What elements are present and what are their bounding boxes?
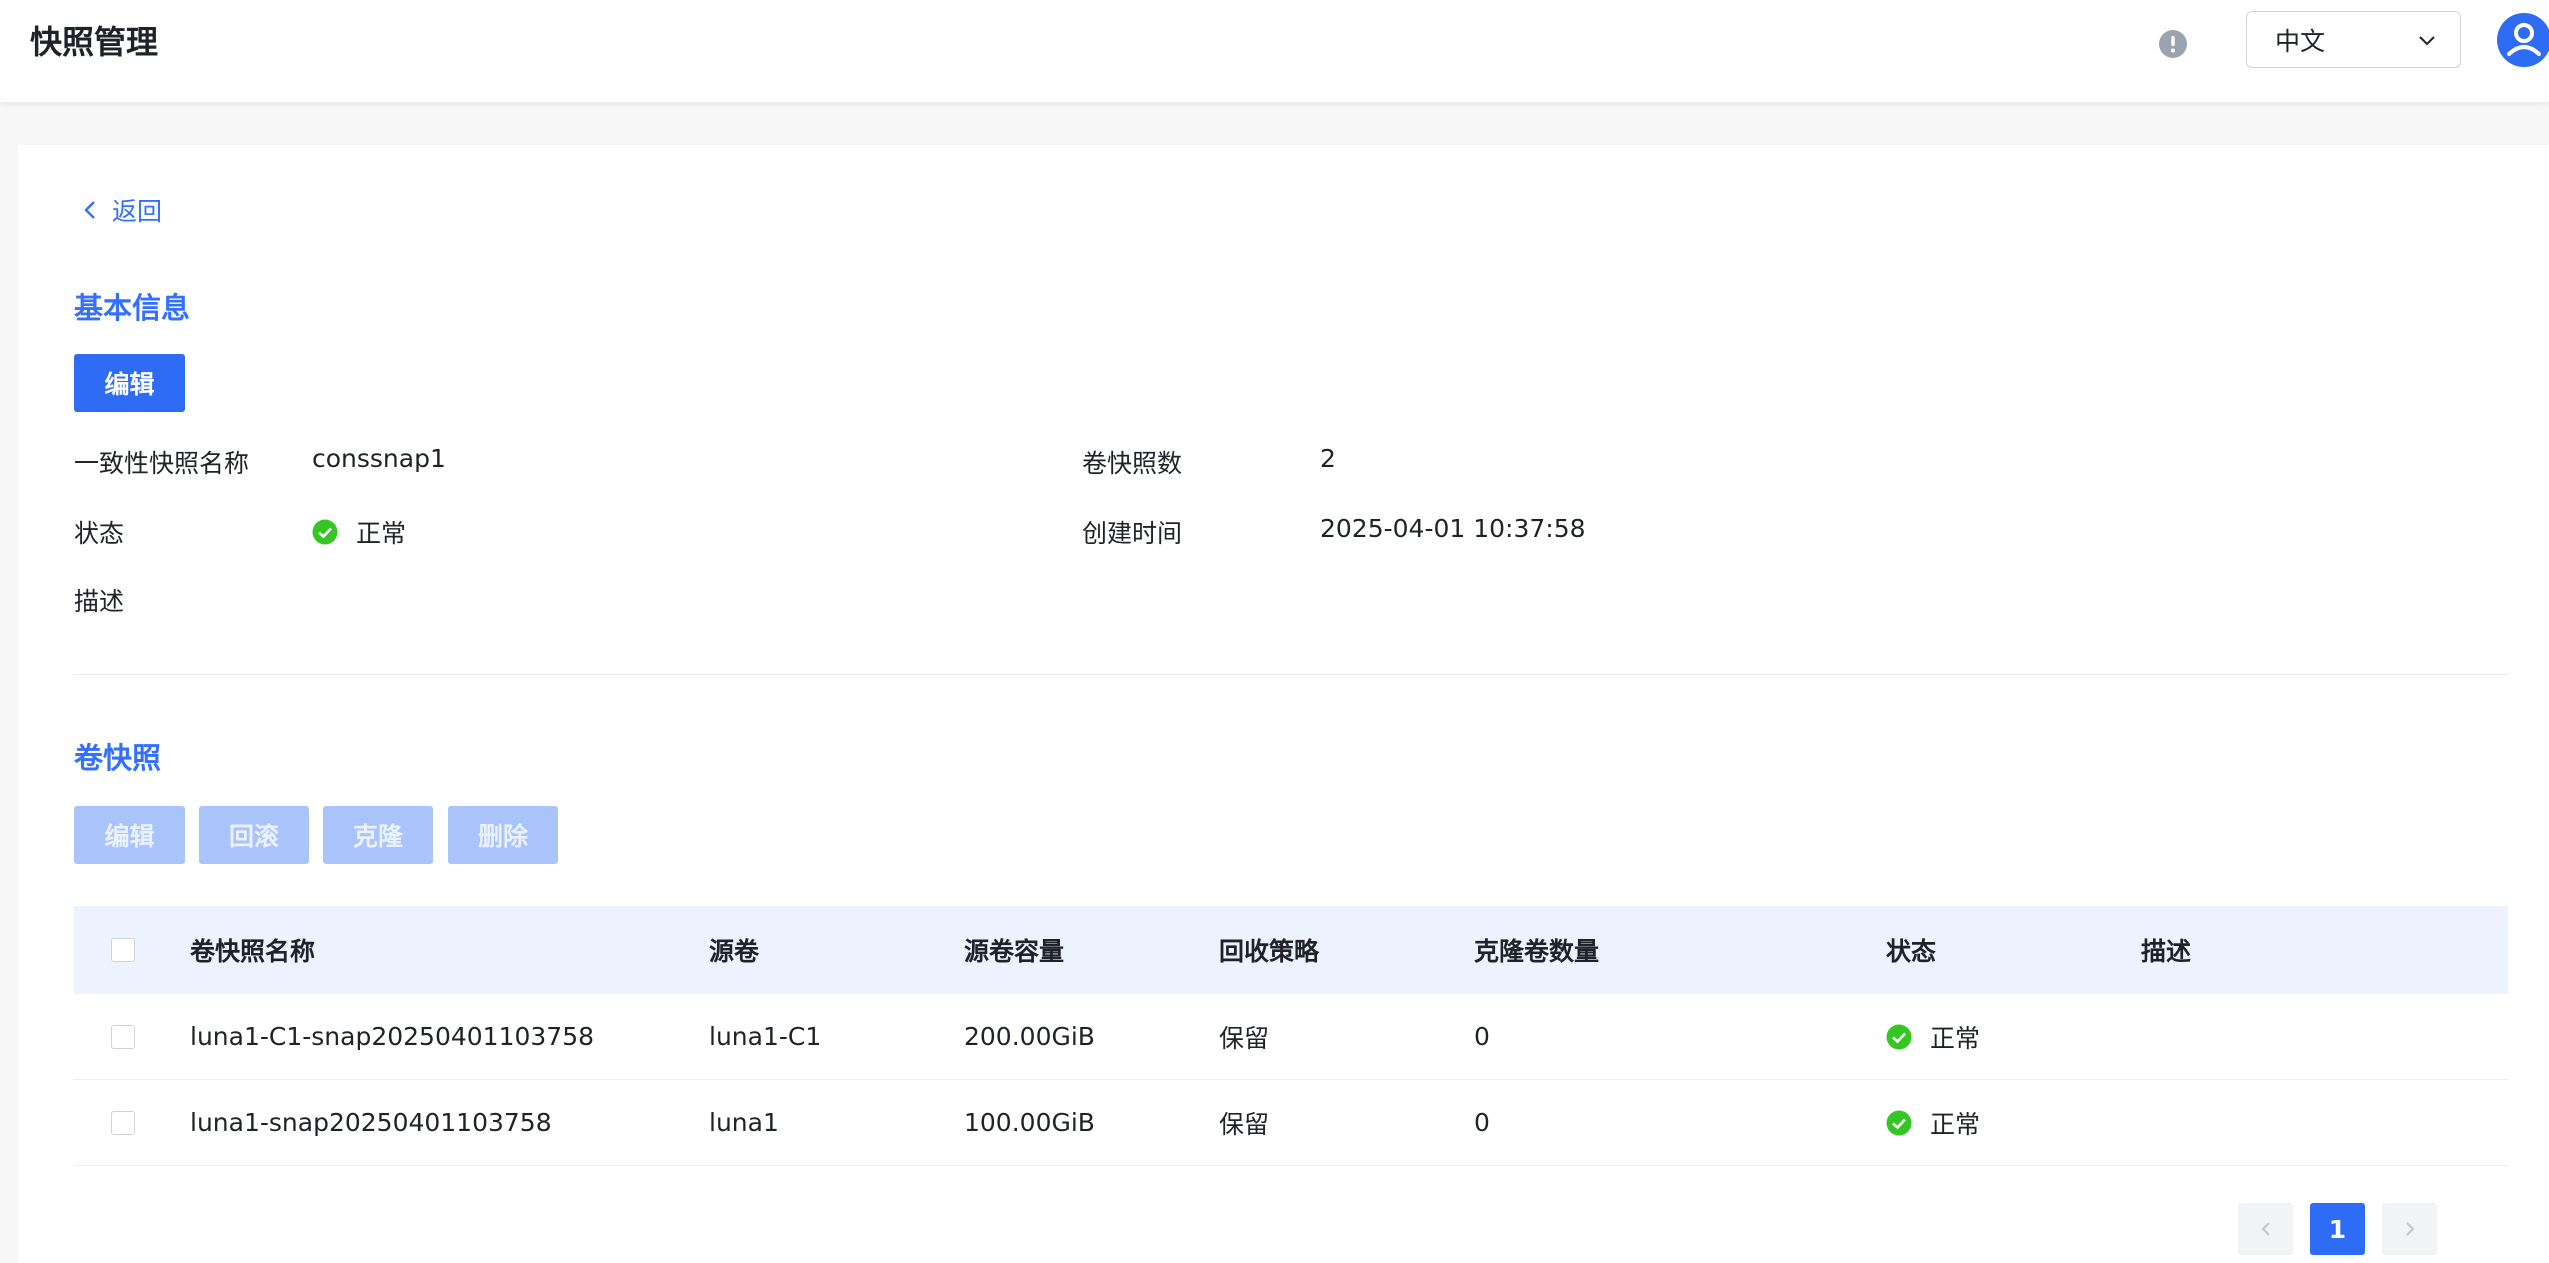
table-row[interactable]: luna1-C1-snap20250401103758 luna1-C1 200… <box>74 994 2508 1080</box>
row-source: luna1-C1 <box>709 1022 822 1051</box>
volume-snapshot-count-value: 2 <box>1320 444 1336 473</box>
status-text: 正常 <box>356 519 407 548</box>
clone-button[interactable]: 克隆 <box>323 806 433 864</box>
basic-info-title: 基本信息 <box>74 291 191 325</box>
row-policy: 保留 <box>1219 1023 1270 1053</box>
col-header-policy[interactable]: 回收策略 <box>1219 906 1319 994</box>
volume-snapshots-title: 卷快照 <box>74 741 162 775</box>
row-status: 正常 <box>1886 1080 1980 1165</box>
row-select-cell <box>111 994 135 1079</box>
row-name: luna1-C1-snap20250401103758 <box>190 1022 595 1051</box>
row-source: luna1 <box>709 1108 779 1137</box>
row-policy: 保留 <box>1219 1109 1270 1139</box>
back-link[interactable]: 返回 <box>80 192 162 228</box>
status-value: 正常 <box>312 514 406 550</box>
rollback-button[interactable]: 回滚 <box>199 806 309 864</box>
col-header-description[interactable]: 描述 <box>2141 906 2191 994</box>
check-circle-icon <box>1886 1024 1912 1049</box>
row-checkbox[interactable] <box>111 1024 135 1049</box>
row-name: luna1-snap20250401103758 <box>190 1108 552 1137</box>
chevron-left-icon <box>84 201 95 219</box>
row-clones: 0 <box>1474 1108 1490 1137</box>
chevron-down-icon <box>2419 36 2435 46</box>
top-header: 快照管理 中文 <box>0 0 2549 102</box>
table-row[interactable]: luna1-snap20250401103758 luna1 100.00GiB… <box>74 1080 2508 1166</box>
col-header-capacity[interactable]: 源卷容量 <box>964 906 1064 994</box>
back-link-label: 返回 <box>112 197 163 226</box>
row-status: 正常 <box>1886 994 1980 1079</box>
delete-button[interactable]: 删除 <box>448 806 558 864</box>
pagination-next-button[interactable] <box>2382 1203 2437 1255</box>
language-select-value: 中文 <box>2275 26 2326 56</box>
edit-basic-info-button[interactable]: 编辑 <box>74 354 185 412</box>
chevron-right-icon <box>2405 1222 2414 1236</box>
select-all-cell <box>111 906 135 994</box>
row-select-cell <box>111 1080 135 1165</box>
table-header-row: 卷快照名称 源卷 源卷容量 回收策略 克隆卷数量 状态 描述 <box>74 906 2508 994</box>
info-circle-icon[interactable] <box>2158 29 2188 59</box>
description-label: 描述 <box>74 587 125 616</box>
edit-snapshot-button[interactable]: 编辑 <box>74 806 185 864</box>
col-header-source[interactable]: 源卷 <box>709 906 759 994</box>
snapshot-name-value: conssnap1 <box>312 444 446 473</box>
chevron-left-icon <box>2261 1222 2270 1236</box>
col-header-name[interactable]: 卷快照名称 <box>190 906 315 994</box>
volume-snapshot-count-label: 卷快照数 <box>1082 449 1183 478</box>
row-clones: 0 <box>1474 1022 1490 1051</box>
check-circle-icon <box>312 519 338 545</box>
created-time-value: 2025-04-01 10:37:58 <box>1320 514 1586 543</box>
col-header-status[interactable]: 状态 <box>1886 906 1936 994</box>
row-status-text: 正常 <box>1930 1109 1981 1139</box>
row-capacity: 100.00GiB <box>964 1108 1095 1137</box>
row-capacity: 200.00GiB <box>964 1022 1095 1051</box>
user-avatar-icon[interactable] <box>2496 12 2549 68</box>
snapshot-name-text: conssnap1 <box>312 444 446 473</box>
section-divider <box>74 674 2508 675</box>
snapshot-name-label: 一致性快照名称 <box>74 449 250 478</box>
row-checkbox[interactable] <box>111 1110 135 1135</box>
language-select[interactable]: 中文 <box>2246 11 2461 68</box>
created-time-label: 创建时间 <box>1082 519 1183 548</box>
volume-snapshot-table: 卷快照名称 源卷 源卷容量 回收策略 克隆卷数量 状态 描述 luna1-C1-… <box>74 906 2508 1166</box>
select-all-checkbox[interactable] <box>111 938 135 962</box>
col-header-clones[interactable]: 克隆卷数量 <box>1474 906 1599 994</box>
page-title: 快照管理 <box>30 23 159 61</box>
pagination-prev-button[interactable] <box>2238 1203 2293 1255</box>
check-circle-icon <box>1886 1110 1912 1135</box>
row-status-text: 正常 <box>1930 1023 1981 1053</box>
pagination-page-1[interactable]: 1 <box>2310 1203 2365 1255</box>
status-label: 状态 <box>74 519 125 548</box>
